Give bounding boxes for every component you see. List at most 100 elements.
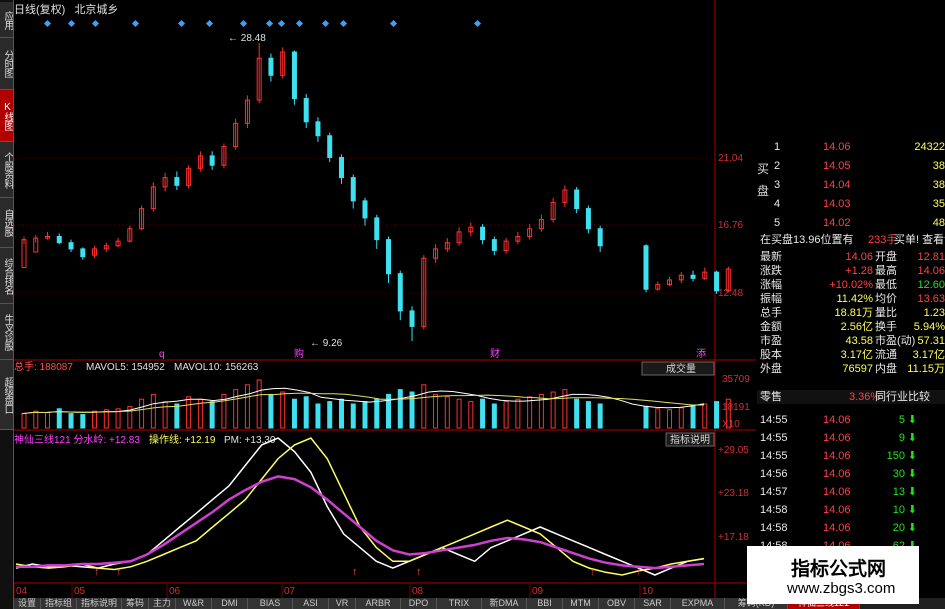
quote-key: 总手	[760, 307, 782, 319]
quote-value: 11.42%	[836, 293, 874, 305]
bid-summary-count: 233手	[868, 234, 898, 246]
month-label: 05	[74, 586, 86, 597]
quote-value: 18.81万	[834, 307, 873, 319]
indicator-tab[interactable]: ARBR	[356, 598, 401, 609]
quote-key: 股本	[760, 349, 782, 361]
volume-bar	[433, 393, 439, 429]
indicator-tab[interactable]: 指标说明	[77, 598, 122, 609]
nav-timeline[interactable]: 分时图	[0, 38, 13, 90]
indicator-tab[interactable]: W&R	[176, 598, 212, 609]
indicator-tab[interactable]: BBI	[527, 598, 563, 609]
bid-row: 4 14.03 35	[757, 197, 945, 211]
month-label: 07	[284, 586, 296, 597]
nav-app[interactable]: 应用	[0, 2, 13, 38]
indicator-tab[interactable]: 指标组	[41, 598, 77, 609]
tick-row: 14:58 14.06 10 ⬇	[757, 503, 945, 517]
indicator-tab[interactable]: DMI	[212, 598, 248, 609]
kline-chart[interactable]: 21.0416.7612.48← 28.48← 9.26q 购财添总手: 1880…	[14, 0, 756, 598]
volume-bar	[527, 396, 533, 429]
quote-row: 市盈 43.58 市盈(动) 57.31	[757, 334, 945, 348]
watermark-title: 指标公式网	[791, 558, 887, 580]
indicator-tab[interactable]: TRIX	[437, 598, 482, 609]
tick-volume: 20	[892, 522, 905, 534]
quote-value: 12.60	[917, 279, 945, 291]
quote-key: 量比	[875, 307, 897, 319]
quote-key: 流通	[875, 349, 897, 361]
quote-row: 金额 2.56亿 换手 5.94%	[757, 320, 945, 334]
chart-area[interactable]: 21.04 16.76 12.48 ← 28.48 ← 9.26 q 购财添总手: 1880…	[14, 0, 756, 598]
indicator-tab[interactable]: EXPMA	[671, 598, 725, 609]
volume-bar	[150, 393, 156, 429]
candle-body	[291, 51, 297, 100]
signal-arrow: ↑	[590, 566, 596, 578]
volume-bar	[444, 396, 450, 429]
stock-name: 北京城乡	[74, 4, 119, 16]
candle-body	[386, 239, 392, 275]
volume-bar	[574, 398, 580, 429]
indicator-tab[interactable]: BIAS	[248, 598, 293, 609]
quote-value: 14.06	[917, 265, 945, 277]
nav-info[interactable]: 个股资料	[0, 142, 13, 198]
candle-body	[690, 274, 696, 279]
nav-watchlist[interactable]: 自选股	[0, 198, 13, 248]
nav-rank[interactable]: 综合排名	[0, 248, 13, 304]
volume-bar	[409, 391, 415, 429]
indicator-tab[interactable]: 主力	[149, 598, 176, 609]
quote-row: 外盘 76597 内盘 11.15万	[757, 362, 945, 376]
volume-bar	[327, 401, 333, 429]
bid-row: 1 14.06 24322	[757, 140, 945, 154]
candle-body	[643, 245, 649, 290]
volume-ma5: MAVOL5: 154952	[86, 362, 165, 373]
bid-volume: 38	[932, 179, 945, 191]
indicator-tab[interactable]: OBV	[599, 598, 635, 609]
quote-value: +1.28	[845, 265, 873, 277]
volume-bar	[678, 407, 684, 429]
volume-bar	[690, 405, 696, 429]
quote-value: +10.02%	[829, 279, 873, 291]
nav-orderbook[interactable]: 超级盘口	[0, 360, 13, 430]
event-marker: 财	[490, 347, 500, 360]
quote-panel: 买盘 1 14.06 24322 2 14.05 38 3 14.04 38 4 14.03 35 5 14…	[757, 136, 945, 598]
indicator-tab[interactable]: ASI	[293, 598, 329, 609]
signal-diamond	[389, 19, 398, 28]
bid-summary-text: 在买盘13.96位置有	[760, 234, 854, 246]
volume-bar	[21, 413, 27, 429]
bid-volume: 48	[932, 217, 945, 229]
volume-bar	[491, 403, 497, 429]
tick-row: 14:56 14.06 30 ⬇	[757, 467, 945, 481]
quote-value: 11.15万	[907, 363, 945, 375]
volume-bar	[315, 403, 321, 429]
quote-key: 外盘	[760, 363, 782, 375]
nav-diagnose[interactable]: 牛叉诊股	[0, 304, 13, 360]
bid-summary: 在买盘13.96位置有 233手买单! 查看详细	[757, 233, 945, 247]
bid-price: 14.02	[823, 217, 851, 229]
nav-kline[interactable]: K线图	[0, 90, 13, 142]
volume-bar	[92, 410, 98, 429]
quote-value: 12.81	[917, 251, 945, 263]
indicator-tab[interactable]: 设置	[14, 598, 41, 609]
month-label: 09	[532, 586, 544, 597]
down-arrow-icon: ⬇	[907, 504, 917, 516]
indicator-tab[interactable]: 新DMA	[482, 598, 527, 609]
indicator-tab[interactable]: 筹码	[122, 598, 149, 609]
candle-body	[491, 239, 497, 251]
candle-body	[397, 273, 403, 312]
signal-diamond	[91, 19, 100, 28]
tick-row: 14:55 14.06 5 ⬇	[757, 413, 945, 427]
volume-bar	[338, 398, 344, 429]
indicator-tab[interactable]: VR	[329, 598, 356, 609]
indicator-tab[interactable]: MTM	[563, 598, 599, 609]
candle-body	[597, 228, 603, 247]
tick-volume: 150	[886, 450, 905, 462]
down-arrow-icon: ⬇	[907, 432, 917, 444]
volume-bar	[291, 398, 297, 429]
volume-bar	[397, 389, 403, 429]
price-tick: 21.04	[718, 153, 743, 164]
indicator-tab[interactable]: DPO	[401, 598, 437, 609]
signal-diamond	[321, 19, 330, 28]
indicator-tab[interactable]: SAR	[635, 598, 671, 609]
volume-dropdown-label: 成交量	[666, 362, 696, 375]
candle-body	[56, 236, 62, 244]
indicator-magenta-line	[16, 475, 705, 570]
quote-value: 2.56亿	[840, 321, 873, 333]
